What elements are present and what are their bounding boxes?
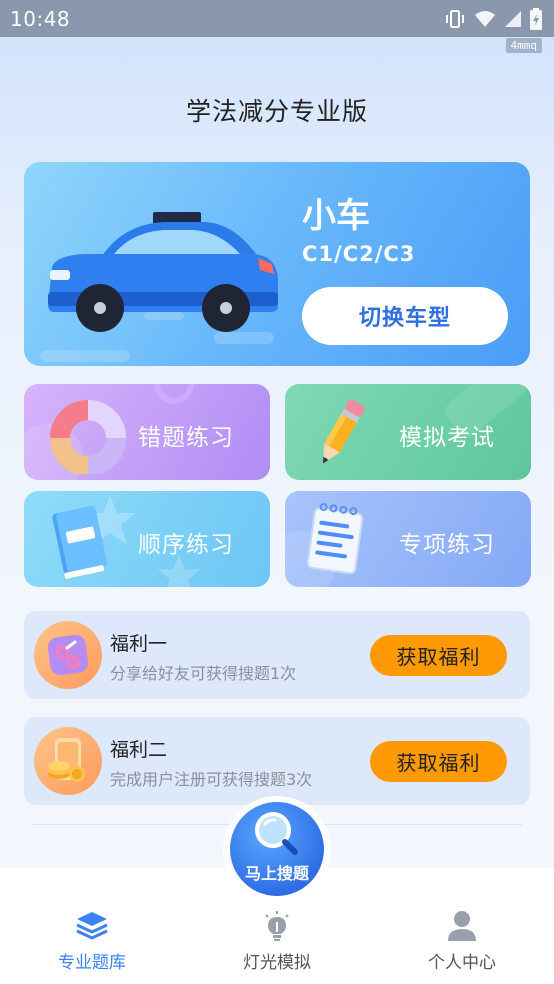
nav-label: 个人中心 <box>428 953 496 973</box>
tile-label: 顺序练习 <box>138 532 234 558</box>
signal-icon <box>505 10 521 27</box>
pencil-icon <box>323 399 365 464</box>
book-icon <box>52 506 107 579</box>
tile-label: 专项练习 <box>399 532 495 558</box>
tile-sequential-practice[interactable]: 顺序练习 <box>24 491 270 587</box>
magnifier-icon <box>255 812 298 855</box>
vehicle-name: 小车 <box>302 196 370 236</box>
donut-chart-icon <box>50 400 126 474</box>
battery-icon <box>530 7 542 30</box>
person-icon <box>448 911 476 941</box>
tile-label: 模拟考试 <box>399 425 495 451</box>
switch-vehicle-button[interactable]: 切换车型 <box>302 287 508 345</box>
notebook-icon <box>306 502 364 575</box>
nav-item-light-simulation[interactable]: 灯光模拟 <box>207 910 347 973</box>
search-now-label: 马上搜题 <box>244 866 309 883</box>
vehicle-license-classes: C1/C2/C3 <box>302 242 416 266</box>
lightbulb-icon <box>265 911 289 941</box>
nav-label: 专业题库 <box>58 953 126 973</box>
tile-decor <box>154 384 194 404</box>
card-decor <box>40 350 130 362</box>
page-title: 学法减分专业版 <box>185 97 368 126</box>
wifi-icon <box>475 10 495 27</box>
welfare-description: 完成用户注册可获得搜题3次 <box>110 770 313 789</box>
welfare-card-2: 福利二 完成用户注册可获得搜题3次 获取福利 <box>24 717 530 805</box>
welfare-card-1: 福利一 分享给好友可获得搜题1次 获取福利 <box>24 611 530 699</box>
nav-label: 灯光模拟 <box>243 953 311 973</box>
tile-wrong-questions[interactable]: 错题练习 <box>24 384 270 480</box>
tile-mock-exam[interactable]: 模拟考试 <box>285 384 531 480</box>
status-bar: 10:48 <box>0 0 554 37</box>
status-time: 10:48 <box>10 6 71 31</box>
share-icon <box>34 621 102 689</box>
vehicle-card[interactable]: 小车 C1/C2/C3 切换车型 <box>24 162 530 366</box>
nav-item-question-bank[interactable]: 专业题库 <box>22 910 162 973</box>
nav-item-personal-center[interactable]: 个人中心 <box>392 910 532 973</box>
search-now-button[interactable]: 马上搜题 <box>230 802 324 896</box>
debug-badge: 4mmq <box>505 38 542 53</box>
welfare-description: 分享给好友可获得搜题1次 <box>110 664 297 683</box>
get-welfare-button[interactable]: 获取福利 <box>370 741 507 782</box>
car-icon <box>48 212 278 332</box>
coins-phone-icon <box>34 727 102 795</box>
status-icons <box>444 7 542 30</box>
tile-label: 错题练习 <box>138 425 234 451</box>
welfare-title: 福利一 <box>110 633 168 655</box>
stack-layers-icon <box>76 912 108 940</box>
vibrate-icon <box>446 9 464 28</box>
tile-special-practice[interactable]: 专项练习 <box>285 491 531 587</box>
welfare-title: 福利二 <box>110 739 168 761</box>
get-welfare-button[interactable]: 获取福利 <box>370 635 507 676</box>
